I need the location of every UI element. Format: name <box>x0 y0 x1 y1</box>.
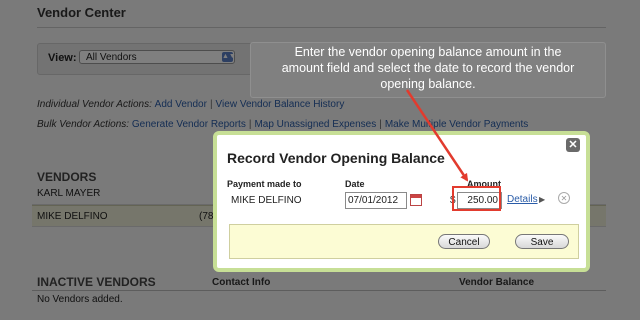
annotation-arrow <box>405 89 501 211</box>
arrow-line <box>405 89 469 182</box>
amount-highlight-box <box>452 186 501 211</box>
